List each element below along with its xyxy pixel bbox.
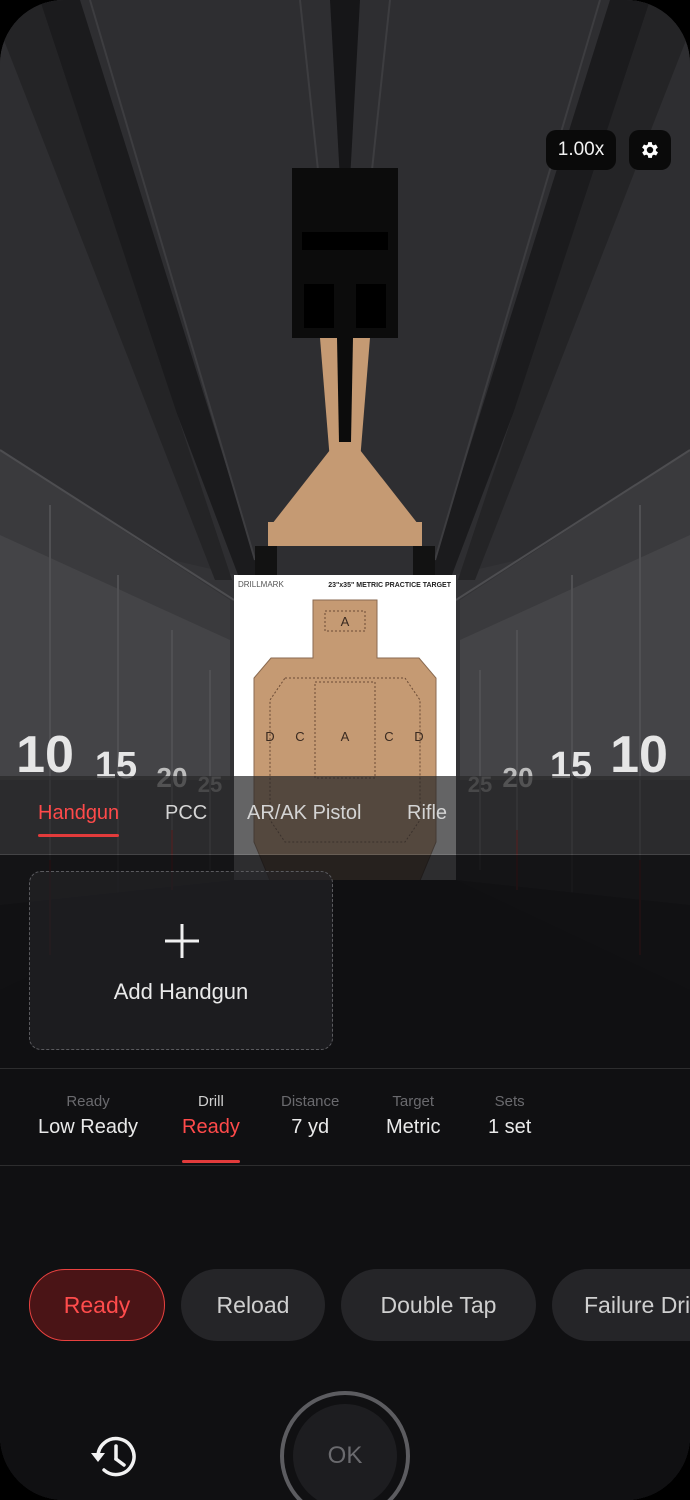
plus-icon [165,924,199,958]
setting-label: Distance [281,1093,340,1110]
setting-value: 7 yd [291,1116,330,1138]
ok-button-label: OK [293,1404,397,1500]
setting-ready-position[interactable]: Ready Low Ready [38,1093,138,1139]
setting-label: Target [392,1093,435,1110]
setting-label: Drill [197,1093,224,1110]
history-icon[interactable] [88,1431,140,1483]
setting-value: Metric [386,1116,441,1138]
zoom-level-button[interactable]: 1.00x [546,130,616,170]
drill-chip-double-tap[interactable]: Double Tap [341,1269,536,1341]
drill-chip-ready[interactable]: Ready [29,1269,165,1341]
zone-label: D [265,729,274,744]
setting-value: Ready [182,1116,240,1138]
add-handgun-label: Add Handgun [113,979,249,1004]
zone-label: C [295,729,304,744]
drill-config-panel: Handgun PCC AR/AK Pistol Rifle Add Handg… [0,776,690,1500]
setting-drill[interactable]: Drill Ready [182,1093,240,1163]
tab-rifle[interactable]: Rifle [407,802,447,825]
setting-distance[interactable]: Distance 7 yd [281,1093,339,1139]
setting-sets[interactable]: Sets 1 set [488,1093,531,1139]
setting-label: Ready [66,1093,110,1110]
drill-chip-reload[interactable]: Reload [181,1269,325,1341]
category-tabs: Handgun PCC AR/AK Pistol Rifle [0,776,690,855]
add-handgun-card[interactable]: Add Handgun [29,871,333,1050]
settings-button[interactable] [629,130,671,170]
tab-pcc[interactable]: PCC [165,802,207,825]
drill-chip-failure-drill[interactable]: Failure Drill [552,1269,690,1341]
zone-label: A [341,614,350,629]
divider [0,1068,690,1069]
divider [0,1165,690,1166]
app-screen: DRILLMARK 23"x35" METRIC PRACTICE TARGET… [0,0,690,1500]
ok-button[interactable]: OK [280,1391,410,1500]
setting-value: Low Ready [38,1116,139,1138]
target-brand: DRILLMARK [238,580,284,589]
setting-value: 1 set [488,1116,532,1138]
tab-handgun[interactable]: Handgun [38,802,120,837]
active-indicator [182,1160,240,1163]
panel-body: Add Handgun Ready Low Ready Drill Ready … [0,855,690,1500]
tab-ar-ak-pistol[interactable]: AR/AK Pistol [247,802,361,825]
drill-chip-label: Failure Drill [584,1291,690,1318]
target-title: 23"x35" METRIC PRACTICE TARGET [328,582,452,589]
gear-icon [642,142,658,158]
setting-target[interactable]: Target Metric [386,1093,440,1139]
setting-label: Sets [494,1093,525,1110]
zone-label: D [414,729,423,744]
zone-label: A [341,729,350,744]
zone-label: C [384,729,393,744]
